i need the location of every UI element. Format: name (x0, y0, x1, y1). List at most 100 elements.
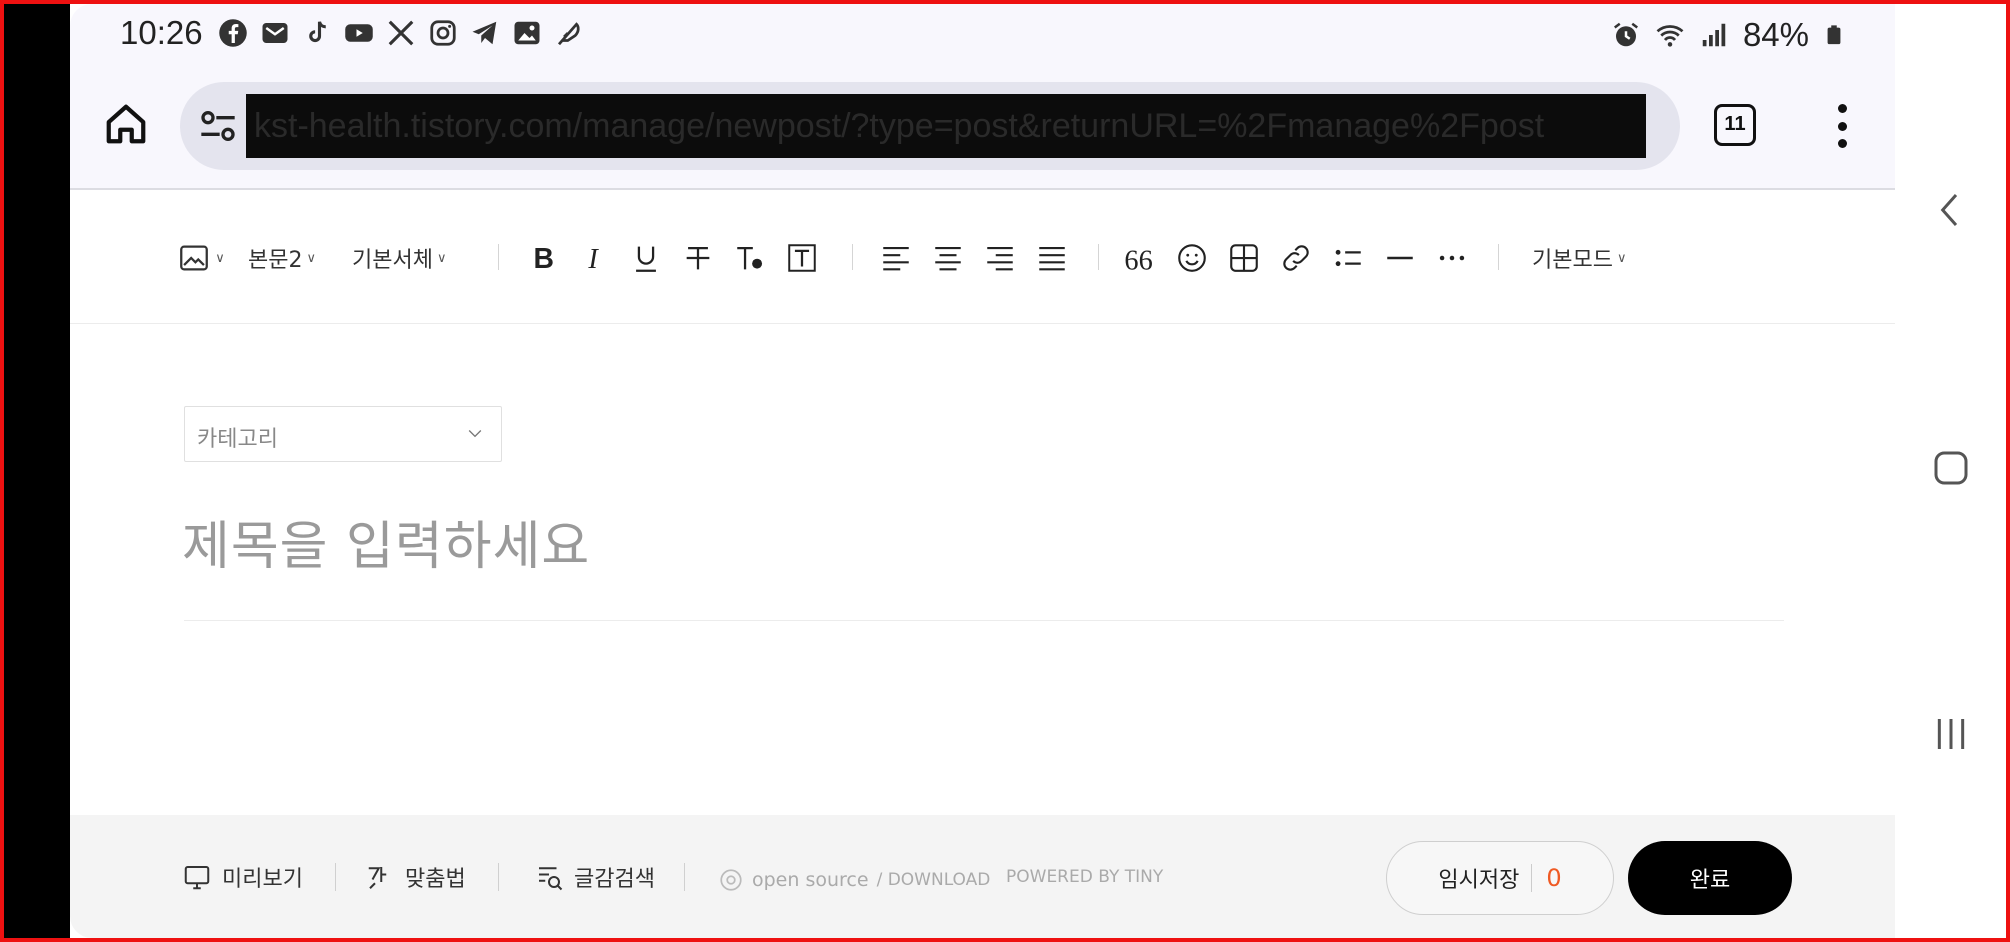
italic-icon: I (587, 244, 599, 275)
open-source-link[interactable]: open source / DOWNLOAD (718, 867, 990, 893)
download-label: / DOWNLOAD (876, 870, 991, 890)
text-background-icon (788, 244, 816, 272)
feather-icon (557, 22, 580, 46)
browser-screen: 10:26 84% kst-health.tistory.com/manage/… (70, 4, 1895, 938)
back-icon[interactable] (1931, 190, 1971, 230)
font-label: 기본서체 (352, 248, 433, 273)
align-left-icon (883, 247, 909, 271)
battery-icon (1827, 25, 1841, 45)
text-style-label: 본문2 (248, 248, 303, 273)
strikethrough-button[interactable] (678, 236, 718, 280)
text-style-dropdown[interactable]: 본문2 ∨ (248, 236, 316, 280)
chevron-down-icon (468, 430, 482, 438)
signal-icon (1702, 23, 1726, 47)
text-color-icon (737, 246, 763, 270)
align-justify-icon (1039, 247, 1065, 271)
emoticon-button[interactable] (1172, 236, 1212, 280)
preview-label: 미리보기 (222, 867, 303, 892)
chevron-down-icon: ∨ (436, 250, 447, 266)
youtube-icon (345, 24, 373, 42)
status-bar: 10:26 84% (70, 4, 1895, 60)
left-bezel (4, 4, 70, 938)
telegram-icon (472, 21, 497, 45)
text-color-button[interactable] (730, 236, 770, 280)
align-right-button[interactable] (980, 236, 1020, 280)
quote-button[interactable]: 66 (1120, 236, 1160, 280)
site-settings-icon[interactable] (198, 106, 238, 146)
emoji-icon (1178, 244, 1206, 272)
device-frame: 10:26 84% kst-health.tistory.com/manage/… (4, 4, 2006, 938)
svg-text:66: 66 (1124, 245, 1152, 275)
horizontal-line-icon (1387, 256, 1413, 260)
home-nav-icon[interactable] (1931, 448, 1971, 488)
align-right-icon (987, 247, 1013, 271)
underline-icon (636, 246, 656, 272)
notification-icons (218, 18, 584, 48)
browser-toolbar: kst-health.tistory.com/manage/newpost/?t… (70, 60, 1895, 190)
editor-toolbar: ∨ 본문2 ∨ 기본서체 ∨ B I 66 기본모드 ∨ (70, 192, 1895, 324)
instagram-icon (430, 20, 456, 46)
content-search-label: 글감검색 (574, 867, 655, 892)
temp-save-label: 임시저장 (1438, 868, 1520, 893)
svg-text:B: B (534, 243, 554, 275)
url-text[interactable]: kst-health.tistory.com/manage/newpost/?t… (246, 94, 1646, 158)
menu-dot (1837, 104, 1847, 113)
editor-mode-dropdown[interactable]: 기본모드 ∨ (1532, 236, 1626, 280)
publish-done-button[interactable]: 완료 (1628, 841, 1792, 915)
recents-icon[interactable] (1931, 714, 1971, 754)
strikethrough-icon (686, 246, 710, 270)
home-button[interactable] (100, 98, 152, 150)
link-icon (1283, 245, 1309, 271)
chevron-down-icon: ∨ (1616, 250, 1627, 266)
bold-button[interactable]: B (522, 236, 562, 280)
open-source-label: open source (752, 869, 869, 891)
system-status: 84% (1611, 16, 1845, 54)
alarm-icon (1613, 22, 1638, 47)
category-dropdown[interactable]: 카테고리 (184, 406, 502, 462)
spellcheck-icon (368, 867, 387, 889)
address-bar[interactable]: kst-health.tistory.com/manage/newpost/?t… (180, 82, 1680, 170)
chevron-down-icon: ∨ (215, 250, 225, 266)
more-menu-button[interactable] (1830, 104, 1854, 148)
align-center-button[interactable] (928, 236, 968, 280)
system-navigation-bar (1895, 4, 2006, 938)
status-time: 10:26 (120, 14, 203, 51)
more-horizontal-icon (1439, 255, 1465, 261)
preview-button[interactable]: 미리보기 (182, 857, 303, 897)
bullet-list-icon (1335, 249, 1361, 267)
underline-button[interactable] (626, 236, 666, 280)
bottom-action-bar: 미리보기 맞춤법 글감검색 open source / DOWNLOAD POW… (70, 815, 1895, 938)
tab-switcher-button[interactable]: 11 (1714, 104, 1756, 146)
home-icon (106, 104, 146, 144)
title-input[interactable]: 제목을 입력하세요 (182, 504, 590, 579)
link-button[interactable] (1276, 236, 1316, 280)
more-tools-button[interactable] (1432, 236, 1472, 280)
align-left-button[interactable] (876, 236, 916, 280)
toolbar-divider (498, 244, 499, 270)
toolbar-divider (852, 244, 853, 270)
temp-save-count[interactable]: 0 (1531, 864, 1562, 892)
text-background-button[interactable] (782, 236, 822, 280)
italic-button[interactable]: I (574, 236, 614, 280)
bottom-divider (335, 863, 336, 891)
bottom-divider (498, 863, 499, 891)
bold-icon: B (534, 243, 554, 275)
bottom-divider (684, 863, 685, 891)
font-dropdown[interactable]: 기본서체 ∨ (352, 236, 446, 280)
tiktok-icon (309, 21, 326, 43)
align-justify-button[interactable] (1032, 236, 1072, 280)
insert-image-button[interactable]: ∨ (176, 236, 226, 280)
facebook-icon (219, 19, 247, 47)
monitor-icon (184, 866, 210, 890)
temp-save-button[interactable]: 임시저장 0 (1386, 841, 1614, 915)
bullet-list-button[interactable] (1328, 236, 1368, 280)
content-search-button[interactable]: 글감검색 (534, 857, 655, 897)
horizontal-line-button[interactable] (1380, 236, 1420, 280)
wifi-icon (1656, 25, 1684, 47)
menu-dot (1837, 139, 1847, 148)
table-button[interactable] (1224, 236, 1264, 280)
align-center-icon (935, 247, 961, 271)
chevron-down-icon: ∨ (306, 250, 316, 266)
spellcheck-button[interactable]: 맞춤법 (365, 857, 466, 897)
menu-dot (1837, 121, 1847, 131)
